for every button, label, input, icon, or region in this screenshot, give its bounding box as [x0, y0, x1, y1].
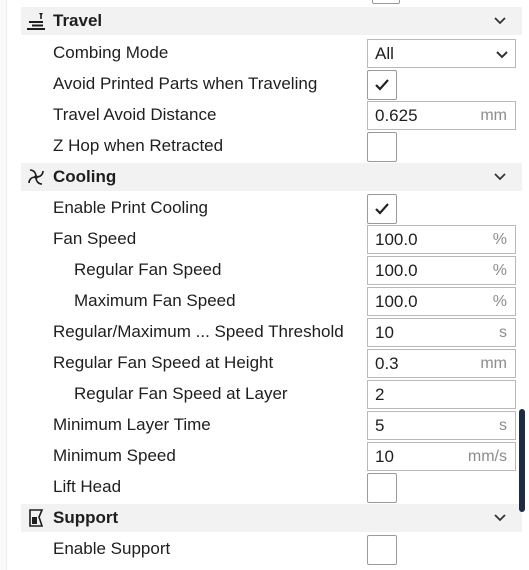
speed-threshold-input[interactable]: 10 s — [367, 318, 516, 347]
category-support[interactable]: Support — [21, 504, 522, 532]
setting-label: Lift Head — [53, 477, 122, 496]
fan-speed-input[interactable]: 100.0 % — [367, 225, 516, 254]
support-icon — [25, 507, 47, 529]
combing-mode-select[interactable]: All — [367, 39, 516, 68]
input-value: 0.3 — [375, 354, 399, 373]
setting-label: Enable Support — [53, 539, 171, 558]
setting-label: Regular Fan Speed at Layer — [74, 384, 288, 403]
unit-label: mm — [480, 355, 507, 372]
cutoff-checkbox[interactable] — [372, 0, 400, 4]
enable-print-cooling-checkbox[interactable] — [367, 194, 397, 224]
travel-avoid-distance-input[interactable]: 0.625 mm — [367, 101, 516, 130]
setting-regular-fan-speed: Regular Fan Speed 100.0 % — [7, 255, 529, 286]
min-layer-time-input[interactable]: 5 s — [367, 411, 516, 440]
setting-label: Avoid Printed Parts when Traveling — [53, 74, 318, 93]
chevron-down-icon[interactable] — [492, 510, 508, 526]
setting-combing-mode: Combing Mode All — [7, 38, 529, 69]
setting-label: Travel Avoid Distance — [53, 105, 217, 124]
setting-travel-avoid-distance: Travel Avoid Distance 0.625 mm — [7, 100, 529, 131]
setting-fan-speed: Fan Speed 100.0 % — [7, 224, 529, 255]
setting-label: Fan Speed — [53, 229, 137, 248]
setting-label: Regular Fan Speed — [74, 260, 222, 279]
input-value: 10 — [375, 447, 394, 466]
setting-min-speed: Minimum Speed 10 mm/s — [7, 441, 529, 472]
enable-support-checkbox[interactable] — [367, 535, 397, 565]
setting-enable-print-cooling: Enable Print Cooling — [7, 193, 529, 224]
input-value: 100.0 — [375, 292, 418, 311]
select-value: All — [375, 44, 394, 63]
fan-speed-height-input[interactable]: 0.3 mm — [367, 349, 516, 378]
unit-label: % — [492, 262, 507, 279]
min-speed-input[interactable]: 10 mm/s — [367, 442, 516, 471]
checkmark-icon — [375, 203, 389, 215]
unit-label: % — [492, 293, 507, 310]
unit-label: mm — [480, 107, 507, 124]
travel-icon — [25, 10, 47, 32]
regular-fan-speed-input[interactable]: 100.0 % — [367, 256, 516, 285]
setting-fan-speed-height: Regular Fan Speed at Height 0.3 mm — [7, 348, 529, 379]
setting-maximum-fan-speed: Maximum Fan Speed 100.0 % — [7, 286, 529, 317]
maximum-fan-speed-input[interactable]: 100.0 % — [367, 287, 516, 316]
settings-panel: Travel Combing Mode All Avoid Printed Pa… — [6, 0, 529, 570]
setting-label: Enable Print Cooling — [53, 198, 208, 217]
z-hop-checkbox[interactable] — [367, 132, 397, 162]
setting-label: Regular Fan Speed at Height — [53, 353, 274, 372]
category-travel[interactable]: Travel — [21, 7, 522, 35]
unit-label: mm/s — [467, 448, 507, 465]
chevron-down-icon[interactable] — [492, 13, 508, 29]
category-title: Cooling — [53, 167, 117, 186]
scrollbar-thumb[interactable] — [519, 409, 525, 512]
setting-label: Combing Mode — [53, 43, 169, 62]
setting-label: Minimum Layer Time — [53, 415, 211, 434]
category-cooling[interactable]: Cooling — [21, 163, 522, 191]
setting-label: Maximum Fan Speed — [74, 291, 236, 310]
input-value: 10 — [375, 323, 394, 342]
input-value: 100.0 — [375, 230, 418, 249]
setting-speed-threshold: Regular/Maximum ... Speed Threshold 10 s — [7, 317, 529, 348]
checkmark-icon — [375, 79, 389, 91]
chevron-down-icon[interactable] — [492, 169, 508, 185]
setting-lift-head: Lift Head — [7, 472, 529, 503]
input-value: 0.625 — [375, 106, 418, 125]
setting-z-hop: Z Hop when Retracted — [7, 131, 529, 162]
unit-label: s — [499, 324, 507, 341]
category-title: Support — [53, 508, 119, 527]
setting-min-layer-time: Minimum Layer Time 5 s — [7, 410, 529, 441]
avoid-printed-parts-checkbox[interactable] — [367, 70, 397, 100]
input-value: 100.0 — [375, 261, 418, 280]
unit-label: s — [499, 417, 507, 434]
setting-label: Z Hop when Retracted — [53, 136, 224, 155]
input-value: 5 — [375, 416, 385, 435]
chevron-down-icon — [496, 51, 508, 59]
input-value: 2 — [375, 385, 385, 404]
setting-label: Regular/Maximum ... Speed Threshold — [53, 322, 344, 341]
lift-head-checkbox[interactable] — [367, 473, 397, 503]
unit-label: % — [492, 231, 507, 248]
setting-fan-speed-layer: Regular Fan Speed at Layer 2 — [7, 379, 529, 410]
setting-label: Minimum Speed — [53, 446, 176, 465]
fan-speed-layer-input[interactable]: 2 — [367, 380, 516, 409]
fan-icon — [25, 166, 47, 188]
setting-enable-support: Enable Support — [7, 534, 529, 565]
setting-avoid-printed-parts: Avoid Printed Parts when Traveling — [7, 69, 529, 100]
category-title: Travel — [53, 11, 103, 30]
